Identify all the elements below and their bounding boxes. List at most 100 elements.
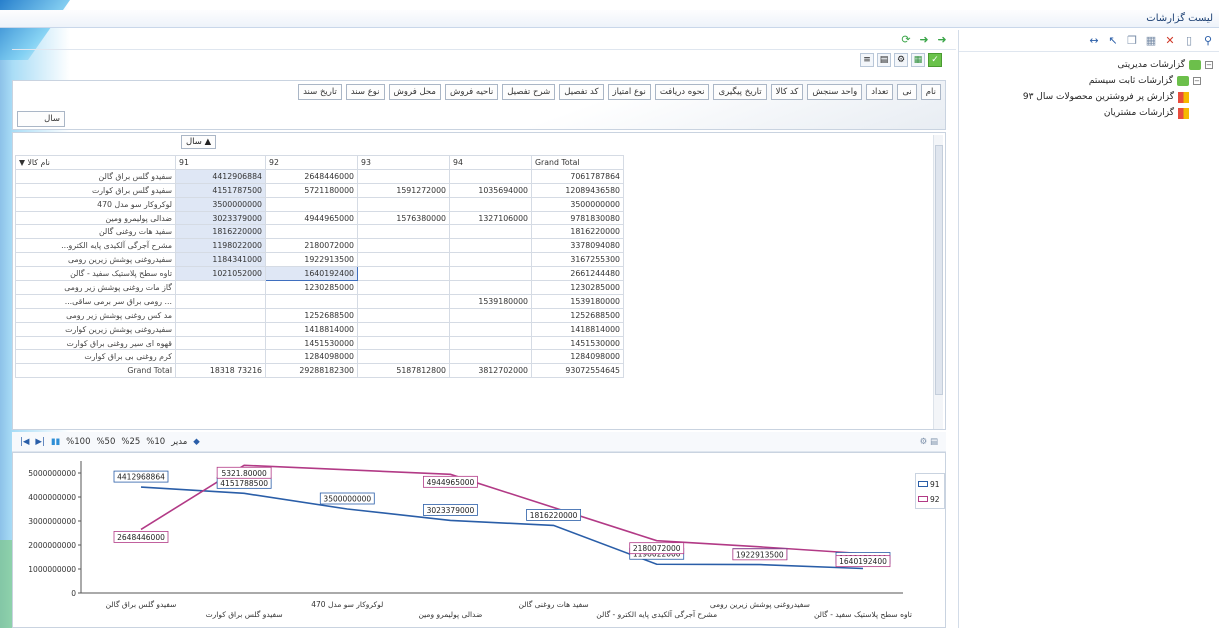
table-cell[interactable]: 1284098000 — [531, 349, 624, 365]
table-cell[interactable]: 2648446000 — [265, 168, 358, 184]
search-icon[interactable]: ⚲ — [1202, 34, 1214, 47]
delete-icon[interactable]: ✕ — [1164, 34, 1176, 47]
table-row[interactable]: تاوه سطح پلاستیک سفید - گالن 1021052000 16… — [15, 266, 624, 282]
chart-type-icon[interactable]: ▮▮ — [51, 437, 60, 447]
column-header[interactable]: 91 — [175, 155, 266, 170]
table-cell[interactable]: 3378094080 — [531, 238, 624, 254]
palette-icon[interactable]: ◆ — [193, 437, 200, 447]
table-cell[interactable]: 9781830080 — [531, 210, 624, 226]
table-cell[interactable] — [449, 238, 532, 254]
tree-node[interactable]: گزارشات مشتریان — [1104, 106, 1189, 120]
row-field-header[interactable]: نام کالا ▼ — [15, 155, 176, 170]
table-cell[interactable] — [357, 252, 450, 268]
table-cell[interactable]: 1252688500 — [531, 307, 624, 323]
table-cell[interactable]: 4944965000 — [265, 210, 358, 226]
table-cell[interactable] — [357, 307, 450, 323]
table-cell[interactable] — [357, 266, 450, 282]
field-button[interactable]: محل فروش — [388, 84, 441, 100]
table-cell[interactable]: 1021052000 — [175, 266, 266, 282]
table-cell[interactable]: 1230285000 — [265, 280, 358, 295]
column-field-year[interactable]: سال ▲ — [181, 135, 217, 149]
forward-icon[interactable]: ➜ — [918, 33, 930, 46]
table-cell[interactable] — [175, 335, 266, 351]
table-cell[interactable] — [357, 335, 450, 351]
table-cell[interactable]: 3500000000 — [531, 196, 624, 212]
last-page-icon[interactable]: ▶| — [35, 437, 44, 447]
table-cell[interactable]: 1539180000 — [449, 293, 532, 309]
table-cell[interactable] — [265, 224, 358, 240]
table-row[interactable]: مد کس روغنی پوشش زیر رومی 1252688500 12526… — [15, 307, 624, 323]
table-cell[interactable]: 29288182300 — [265, 363, 358, 379]
table-row[interactable]: ... رومی براق سر برمی ساقی... 1539180000 1… — [15, 293, 624, 309]
table-row[interactable]: قهوه ای سیر روغنی براق کوارت 1451530000 14… — [15, 335, 624, 351]
table-cell[interactable] — [175, 280, 266, 295]
tree-node[interactable]: − گزارشات ثابت سیستم — [1089, 74, 1201, 88]
zoom-10[interactable]: %10 — [146, 437, 165, 447]
table-cell[interactable]: 1451530000 — [531, 335, 624, 351]
table-cell[interactable]: 1816220000 — [175, 224, 266, 240]
filter-icon[interactable]: ≡ — [860, 53, 874, 67]
copy-icon[interactable]: ❐ — [1126, 34, 1138, 47]
field-button[interactable]: واحد سنجش — [807, 84, 863, 100]
table-row[interactable]: سفید هات روغنی گالن 1816220000 1816220000 — [15, 224, 624, 240]
column-header[interactable]: 92 — [265, 155, 358, 170]
table-cell[interactable]: 4412906884 — [175, 168, 266, 184]
table-cell[interactable] — [265, 196, 358, 212]
table-cell[interactable] — [357, 280, 450, 295]
table-cell[interactable]: 3812702000 — [449, 363, 532, 379]
excel-icon[interactable]: ▦ — [911, 53, 925, 67]
table-cell[interactable]: 5187812800 — [357, 363, 450, 379]
filter-field-year[interactable]: سال — [17, 111, 65, 127]
column-header[interactable]: 93 — [357, 155, 450, 170]
table-row[interactable]: سفیدروغنی پوشش زیرین رومی 1184341000 19229… — [15, 252, 624, 268]
zoom-100[interactable]: %100 — [66, 437, 90, 447]
table-cell[interactable] — [357, 349, 450, 365]
zoom-25[interactable]: %25 — [121, 437, 140, 447]
table-row[interactable]: سفیدو گلس براق کوارت 4151787500 5721180000… — [15, 182, 624, 198]
field-button[interactable]: نام — [920, 84, 941, 100]
table-cell[interactable] — [175, 349, 266, 365]
confirm-icon[interactable]: ✓ — [928, 53, 942, 67]
table-cell[interactable] — [449, 224, 532, 240]
export-icon[interactable]: ⚙ ▤ — [920, 437, 938, 447]
table-cell[interactable] — [357, 224, 450, 240]
table-cell[interactable]: 1576380000 — [357, 210, 450, 226]
table-cell[interactable]: 1198022000 — [175, 238, 266, 254]
field-button[interactable]: ناحیه فروش — [444, 84, 499, 100]
tree-node[interactable]: گزارش پر فروشترین محصولات سال 9٣ — [1023, 90, 1189, 104]
field-button[interactable]: کد کالا — [770, 84, 804, 100]
table-cell[interactable] — [265, 293, 358, 309]
first-page-icon[interactable]: |◀ — [20, 437, 29, 447]
table-cell[interactable] — [449, 252, 532, 268]
table-cell[interactable]: 12089436580 — [531, 182, 624, 198]
table-cell[interactable] — [449, 321, 532, 337]
table-cell[interactable]: 1327106000 — [449, 210, 532, 226]
field-button[interactable]: شرح تفصیل — [502, 84, 556, 100]
column-header[interactable]: Grand Total — [531, 155, 624, 170]
table-cell[interactable] — [449, 168, 532, 184]
table-cell[interactable]: 1418814000 — [531, 321, 624, 337]
table-row[interactable]: کرم روغنی بی براق کوارت 1284098000 1284098… — [15, 349, 624, 365]
table-cell[interactable]: 93072554645 — [531, 363, 624, 379]
page-icon[interactable]: ▯ — [1183, 34, 1195, 47]
chart-mode[interactable]: مدیر — [171, 437, 187, 447]
table-cell[interactable] — [449, 280, 532, 295]
collapse-icon[interactable]: − — [1205, 61, 1213, 69]
table-cell[interactable]: 3500000000 — [175, 196, 266, 212]
print-icon[interactable]: ▤ — [877, 53, 891, 67]
table-cell[interactable] — [357, 238, 450, 254]
table-cell[interactable]: 1184341000 — [175, 252, 266, 268]
table-cell[interactable] — [357, 196, 450, 212]
table-row[interactable]: ضدالی پولیمرو ومین 3023379000 4944965000 15… — [15, 210, 624, 226]
table-cell[interactable]: 1230285000 — [531, 280, 624, 295]
table-row[interactable]: سفیدروغنی پوشش زیرین کوارت 1418814000 1418… — [15, 321, 624, 337]
table-row[interactable]: Grand Total 18318 73216 29288182300 5187812… — [15, 363, 624, 379]
refresh-icon[interactable]: ⟳ — [900, 33, 912, 46]
table-row[interactable]: لوکروکار سو مدل 470 3500000000 3500000000 — [15, 196, 624, 212]
table-cell[interactable] — [449, 335, 532, 351]
table-cell[interactable]: 1418814000 — [265, 321, 358, 337]
field-button[interactable]: تعداد — [866, 84, 894, 100]
table-row[interactable]: مشرح آجرگی آلکیدی پایه الکترو... 11980220… — [15, 238, 624, 254]
table-cell[interactable]: 1284098000 — [265, 349, 358, 365]
expand-icon[interactable]: ↔ — [1088, 34, 1100, 47]
